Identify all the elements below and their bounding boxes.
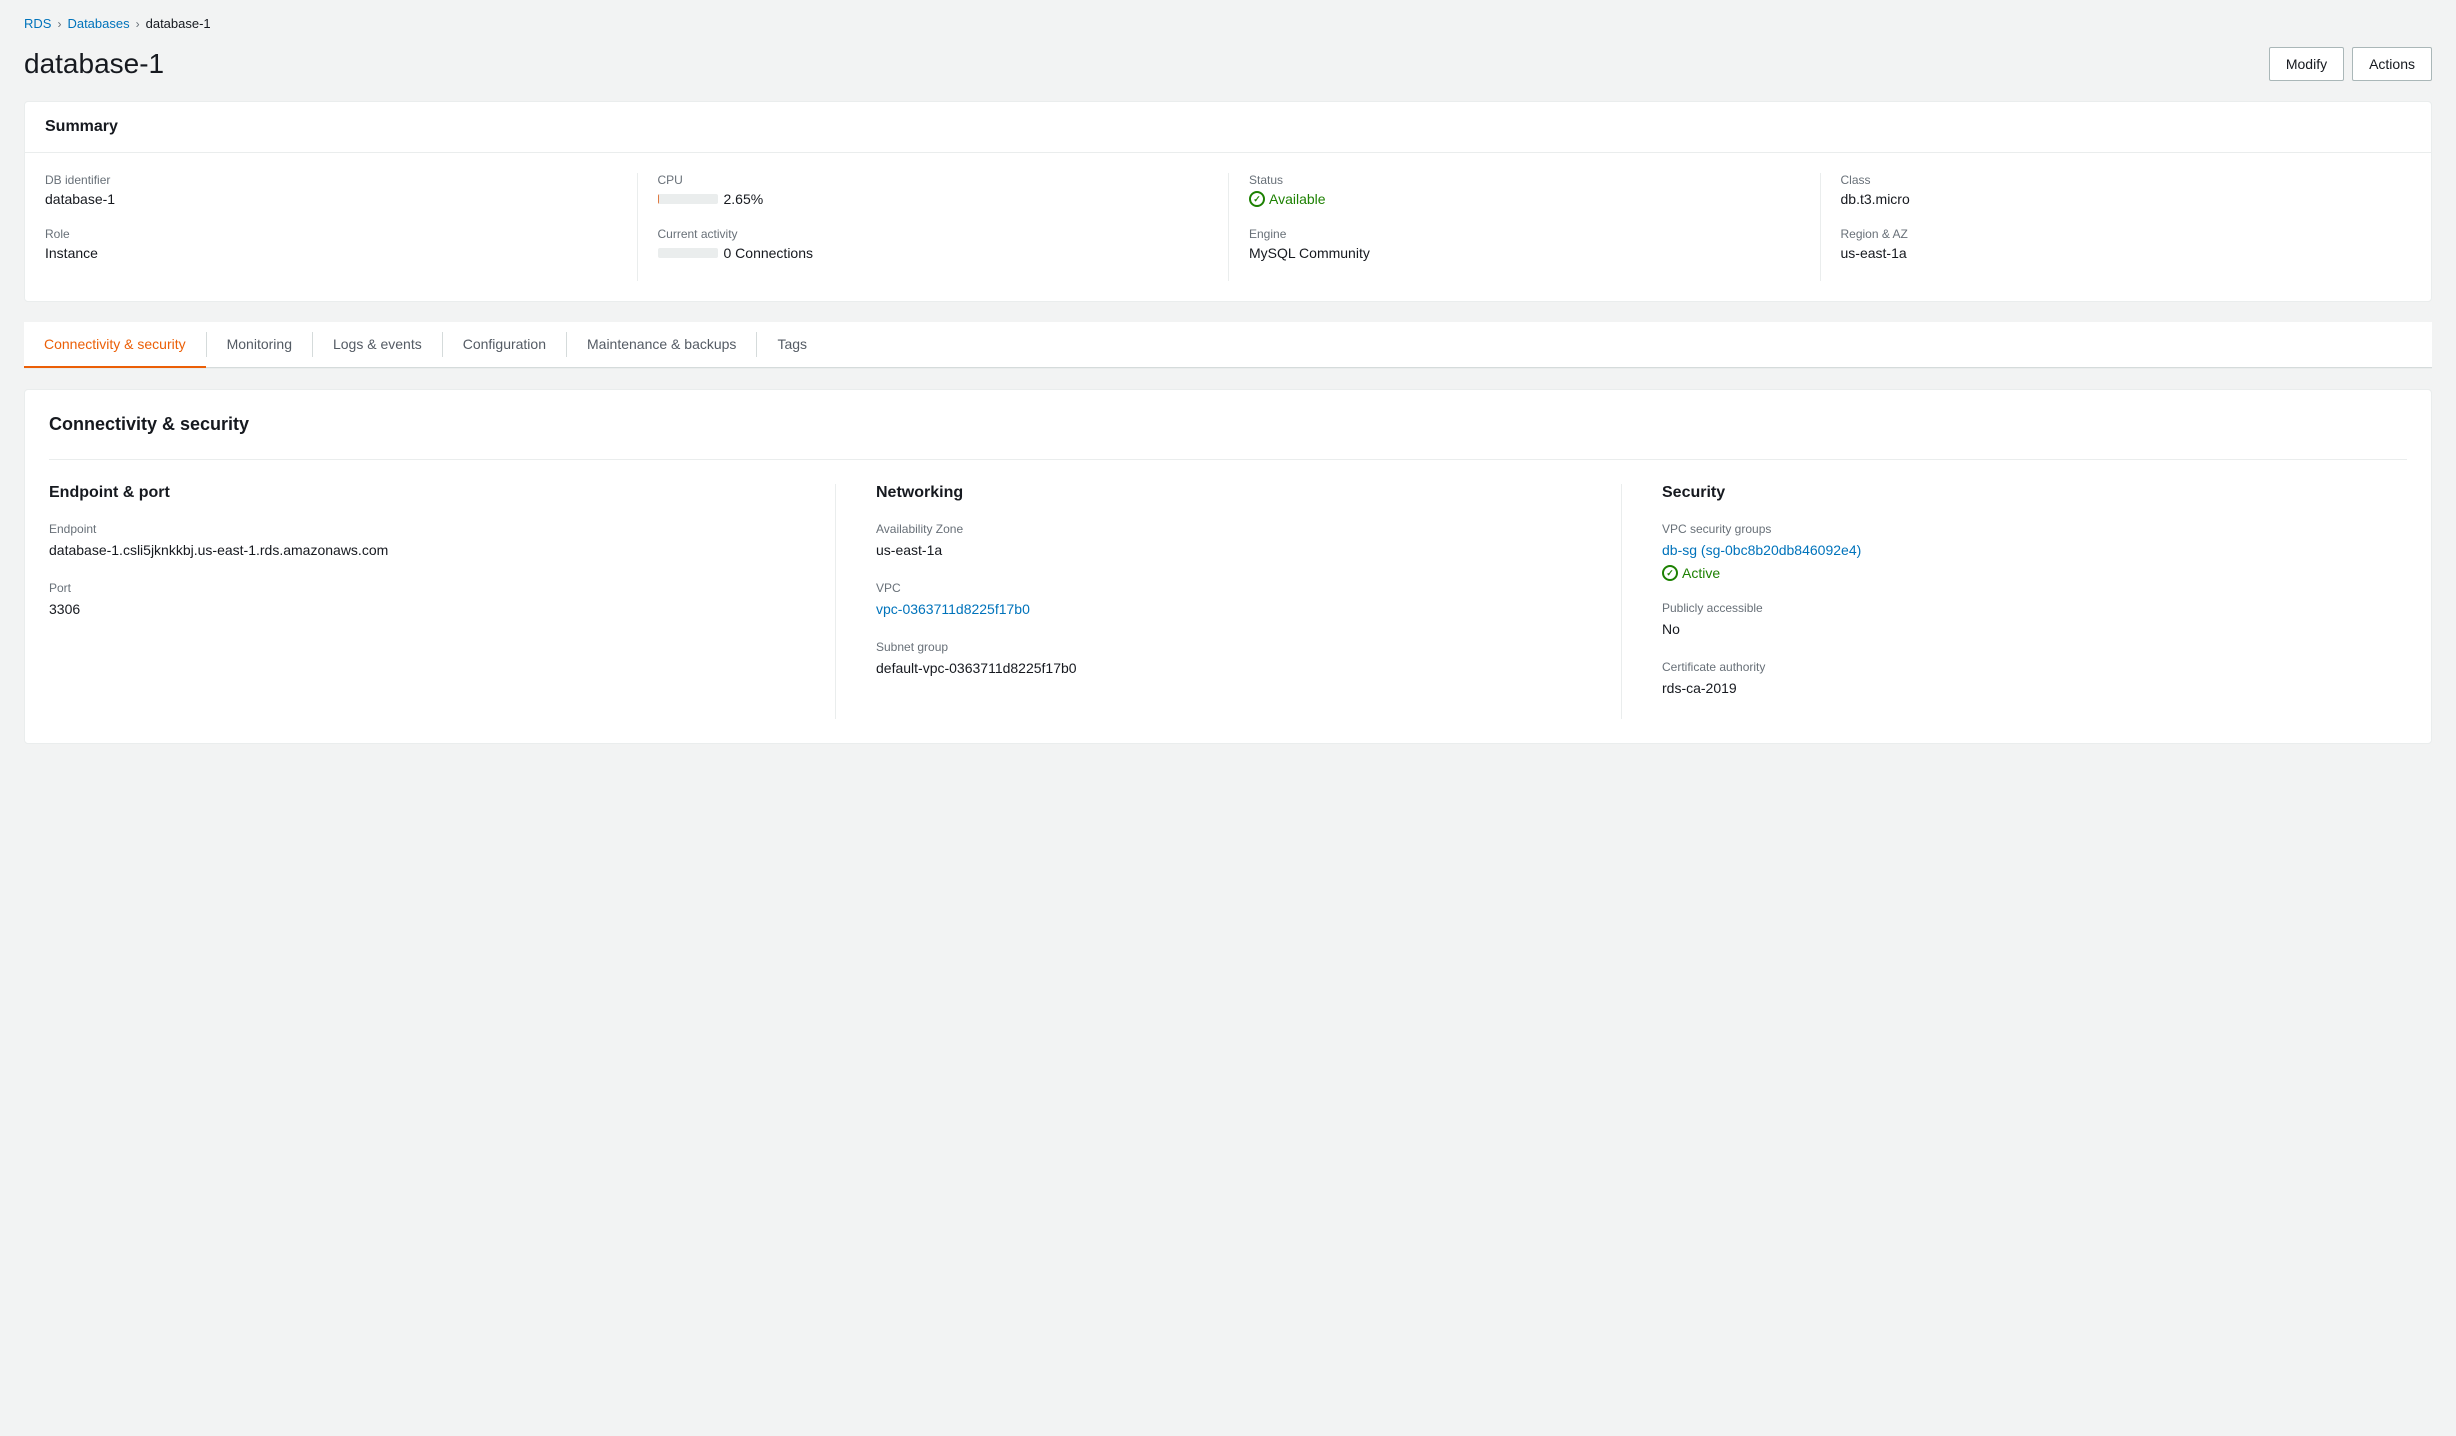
db-identifier-field: DB identifier database-1	[45, 173, 617, 207]
az-field: Availability Zone us-east-1a	[876, 522, 1581, 561]
status-value: Available	[1249, 191, 1800, 207]
tab-tags[interactable]: Tags	[757, 322, 827, 368]
summary-title: Summary	[45, 118, 118, 135]
breadcrumb-current: database-1	[146, 16, 211, 31]
status-field: Status Available	[1249, 173, 1800, 207]
vpc-sg-label: VPC security groups	[1662, 522, 2367, 536]
db-identifier-value: database-1	[45, 191, 617, 207]
status-available-icon	[1249, 191, 1265, 207]
publicly-accessible-field: Publicly accessible No	[1662, 601, 2367, 640]
engine-field: Engine MySQL Community	[1249, 227, 1800, 261]
engine-label: Engine	[1249, 227, 1800, 241]
breadcrumb-sep-1: ›	[57, 17, 61, 31]
tab-monitoring[interactable]: Monitoring	[207, 322, 312, 368]
endpoint-port-col: Endpoint & port Endpoint database-1.csli…	[49, 484, 835, 719]
cpu-bar-container: 2.65%	[658, 191, 1209, 207]
summary-card-header: Summary	[25, 102, 2431, 153]
summary-col-db: DB identifier database-1 Role Instance	[45, 173, 637, 281]
active-icon	[1662, 565, 1678, 581]
region-az-label: Region & AZ	[1841, 227, 2392, 241]
connectivity-grid: Endpoint & port Endpoint database-1.csli…	[49, 459, 2407, 719]
networking-col: Networking Availability Zone us-east-1a …	[835, 484, 1621, 719]
tab-maintenance[interactable]: Maintenance & backups	[567, 322, 756, 368]
cpu-bar	[658, 194, 718, 204]
class-field: Class db.t3.micro	[1841, 173, 2392, 207]
certificate-authority-field: Certificate authority rds-ca-2019	[1662, 660, 2367, 699]
connections-value: 0 Connections	[724, 245, 814, 261]
subnet-field: Subnet group default-vpc-0363711d8225f17…	[876, 640, 1581, 679]
summary-col-cpu: CPU 2.65% Current activity 0 Conn	[637, 173, 1229, 281]
breadcrumb-databases[interactable]: Databases	[67, 16, 129, 31]
subnet-label: Subnet group	[876, 640, 1581, 654]
role-value: Instance	[45, 245, 617, 261]
region-az-field: Region & AZ us-east-1a	[1841, 227, 2392, 261]
tab-connectivity[interactable]: Connectivity & security	[24, 322, 206, 368]
modify-button[interactable]: Modify	[2269, 47, 2344, 81]
connectivity-security-title: Connectivity & security	[49, 414, 2407, 435]
certificate-authority-label: Certificate authority	[1662, 660, 2367, 674]
status-available-text: Available	[1269, 191, 1326, 207]
db-identifier-label: DB identifier	[45, 173, 617, 187]
az-value: us-east-1a	[876, 540, 1581, 561]
vpc-sg-value[interactable]: db-sg (sg-0bc8b20db846092e4)	[1662, 542, 1861, 558]
cpu-value: 2.65%	[724, 191, 764, 207]
subnet-value: default-vpc-0363711d8225f17b0	[876, 658, 1581, 679]
page-header: database-1 Modify Actions	[24, 39, 2432, 101]
publicly-accessible-value: No	[1662, 619, 2367, 640]
breadcrumb-rds[interactable]: RDS	[24, 16, 51, 31]
summary-col-class: Class db.t3.micro Region & AZ us-east-1a	[1820, 173, 2412, 281]
security-col: Security VPC security groups db-sg (sg-0…	[1621, 484, 2407, 719]
connectivity-security-card: Connectivity & security Endpoint & port …	[24, 389, 2432, 744]
breadcrumb: RDS › Databases › database-1	[24, 0, 2432, 39]
page-title: database-1	[24, 48, 164, 80]
connections-bar-container: 0 Connections	[658, 245, 1209, 261]
vpc-value[interactable]: vpc-0363711d8225f17b0	[876, 601, 1030, 617]
vpc-field: VPC vpc-0363711d8225f17b0	[876, 581, 1581, 620]
class-label: Class	[1841, 173, 2392, 187]
endpoint-label: Endpoint	[49, 522, 795, 536]
az-label: Availability Zone	[876, 522, 1581, 536]
summary-col-status: Status Available Engine MySQL Community	[1228, 173, 1820, 281]
class-value: db.t3.micro	[1841, 191, 2392, 207]
port-label: Port	[49, 581, 795, 595]
endpoint-value: database-1.csli5jknkkbj.us-east-1.rds.am…	[49, 540, 795, 561]
role-field: Role Instance	[45, 227, 617, 261]
engine-value: MySQL Community	[1249, 245, 1800, 261]
active-label: Active	[1682, 565, 1720, 581]
vpc-label: VPC	[876, 581, 1581, 595]
header-actions: Modify Actions	[2269, 47, 2432, 81]
endpoint-field: Endpoint database-1.csli5jknkkbj.us-east…	[49, 522, 795, 561]
security-title: Security	[1662, 484, 2367, 502]
cpu-field: CPU 2.65%	[658, 173, 1209, 207]
role-label: Role	[45, 227, 617, 241]
current-activity-label: Current activity	[658, 227, 1209, 241]
networking-title: Networking	[876, 484, 1581, 502]
port-field: Port 3306	[49, 581, 795, 620]
cpu-bar-fill	[658, 194, 660, 204]
publicly-accessible-label: Publicly accessible	[1662, 601, 2367, 615]
port-value: 3306	[49, 599, 795, 620]
certificate-authority-value: rds-ca-2019	[1662, 678, 2367, 699]
summary-grid: DB identifier database-1 Role Instance C…	[25, 153, 2431, 301]
summary-card: Summary DB identifier database-1 Role In…	[24, 101, 2432, 302]
region-az-value: us-east-1a	[1841, 245, 2392, 261]
endpoint-port-title: Endpoint & port	[49, 484, 795, 502]
cpu-label: CPU	[658, 173, 1209, 187]
connections-bar	[658, 248, 718, 258]
vpc-sg-field: VPC security groups db-sg (sg-0bc8b20db8…	[1662, 522, 2367, 581]
tabs-container: Connectivity & security Monitoring Logs …	[24, 322, 2432, 369]
tab-logs[interactable]: Logs & events	[313, 322, 442, 368]
breadcrumb-sep-2: ›	[136, 17, 140, 31]
actions-button[interactable]: Actions	[2352, 47, 2432, 81]
status-label: Status	[1249, 173, 1800, 187]
current-activity-field: Current activity 0 Connections	[658, 227, 1209, 261]
tab-configuration[interactable]: Configuration	[443, 322, 566, 368]
tabs: Connectivity & security Monitoring Logs …	[24, 322, 2432, 368]
vpc-sg-status: Active	[1662, 565, 2367, 581]
